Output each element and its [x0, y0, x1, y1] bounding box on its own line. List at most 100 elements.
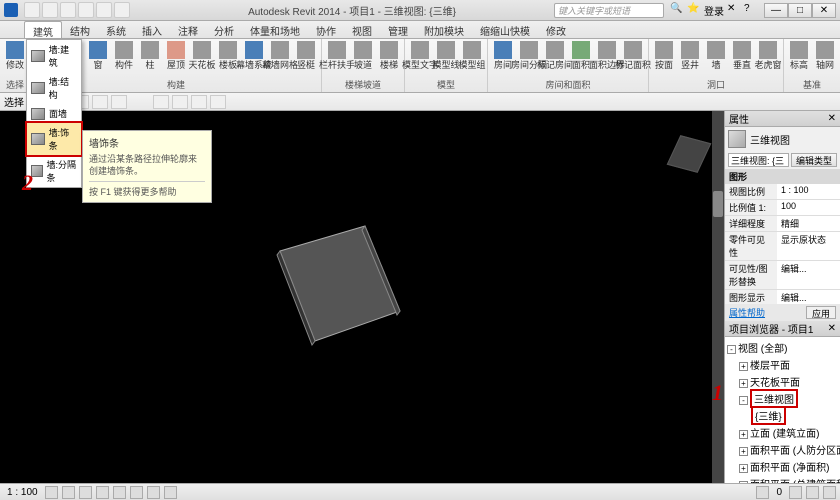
help-icon[interactable]: ?	[744, 3, 758, 17]
ribbon-btn-垂直[interactable]: 垂直	[730, 40, 754, 70]
tree-node[interactable]: +面积平面 (总建筑面积)	[727, 475, 838, 483]
scroll-thumb[interactable]	[713, 191, 723, 217]
ribbon-btn-竖梃[interactable]: 竖梃	[294, 40, 318, 70]
wall-menu-item-4[interactable]: 墙:分隔条	[27, 155, 81, 187]
prop-row[interactable]: 图形显示选项编辑...	[725, 290, 840, 304]
tab-12[interactable]: 修改	[538, 21, 574, 38]
tab-2[interactable]: 系统	[98, 21, 134, 38]
tree-node[interactable]: {三维}	[727, 407, 838, 424]
ribbon-btn-标记面积[interactable]: 标记面积	[621, 40, 645, 70]
ribbon-btn-修改[interactable]: 修改	[3, 40, 27, 70]
qat-undo-icon[interactable]	[60, 2, 76, 18]
ribbon-btn-幕墙网格[interactable]: 幕墙网格	[268, 40, 292, 70]
browser-close-icon[interactable]: ✕	[828, 323, 836, 334]
sb-icon-7[interactable]	[147, 486, 160, 499]
wall-menu-item-1[interactable]: 墙:结构	[27, 72, 81, 104]
qat-open-icon[interactable]	[24, 2, 40, 18]
ribbon-btn-窗[interactable]: 窗	[86, 40, 110, 70]
ribbon-btn-老虎窗[interactable]: 老虎窗	[756, 40, 780, 70]
tree-toggle-icon[interactable]: +	[739, 447, 748, 456]
prop-value[interactable]: 精细	[777, 216, 840, 231]
tree-toggle-icon[interactable]: +	[739, 430, 748, 439]
ribbon-btn-栏杆扶手[interactable]: 栏杆扶手	[325, 40, 349, 70]
ribbon-btn-轴网[interactable]: 轴网	[813, 40, 837, 70]
view-cube[interactable]	[666, 131, 712, 177]
ribbon-btn-模型文字[interactable]: 模型文字	[408, 40, 432, 70]
type-selector[interactable]: 三维视图: {三维}	[728, 153, 789, 167]
opt-icon-4[interactable]	[92, 95, 108, 109]
tab-6[interactable]: 体量和场地	[242, 21, 308, 38]
sb-filter-icon[interactable]	[756, 486, 769, 499]
ribbon-btn-模型线[interactable]: 模型线	[434, 40, 458, 70]
ribbon-btn-标高[interactable]: 标高	[787, 40, 811, 70]
sb-icon-1[interactable]	[45, 486, 58, 499]
tab-0[interactable]: 建筑	[24, 21, 62, 38]
ribbon-btn-天花板[interactable]: 天花板	[190, 40, 214, 70]
ribbon-btn-按面[interactable]: 按面	[652, 40, 676, 70]
wall-menu-item-3[interactable]: 墙:饰条	[25, 121, 83, 157]
status-scale[interactable]: 1 : 100	[4, 487, 41, 498]
ribbon-btn-楼梯[interactable]: 楼梯	[377, 40, 401, 70]
wall-menu-item-0[interactable]: 墙:建筑	[27, 40, 81, 72]
prop-value[interactable]: 编辑...	[777, 290, 840, 304]
properties-header[interactable]: 属性 ✕	[725, 111, 840, 127]
ribbon-btn-标记房间[interactable]: 标记房间	[543, 40, 567, 70]
tree-node[interactable]: +立面 (建筑立面)	[727, 424, 838, 441]
opt-icon-5[interactable]	[111, 95, 127, 109]
opt-style-3[interactable]	[191, 95, 207, 109]
properties-close-icon[interactable]: ✕	[828, 113, 836, 124]
close-button[interactable]: ✕	[812, 3, 836, 18]
tab-7[interactable]: 协作	[308, 21, 344, 38]
tab-5[interactable]: 分析	[206, 21, 242, 38]
opt-style-1[interactable]	[153, 95, 169, 109]
qat-save-icon[interactable]	[42, 2, 58, 18]
tree-node[interactable]: +面积平面 (人防分区面积)	[727, 441, 838, 458]
sb-right-3[interactable]	[823, 486, 836, 499]
sb-icon-2[interactable]	[62, 486, 75, 499]
ribbon-btn-屋顶[interactable]: 屋顶	[164, 40, 188, 70]
tree-node[interactable]: +楼层平面	[727, 356, 838, 373]
tree-node[interactable]: -视图 (全部)	[727, 339, 838, 356]
prop-row[interactable]: 视图比例1 : 100	[725, 184, 840, 200]
tree-toggle-icon[interactable]: +	[739, 481, 748, 483]
tab-1[interactable]: 结构	[62, 21, 98, 38]
tab-8[interactable]: 视图	[344, 21, 380, 38]
tree-node[interactable]: +面积平面 (净面积)	[727, 458, 838, 475]
tree-node[interactable]: +天花板平面	[727, 373, 838, 390]
tab-4[interactable]: 注释	[170, 21, 206, 38]
sb-icon-5[interactable]	[113, 486, 126, 499]
tab-10[interactable]: 附加模块	[416, 21, 472, 38]
browser-header[interactable]: 项目浏览器 - 项目1 ✕	[725, 321, 840, 337]
tree-toggle-icon[interactable]: -	[739, 396, 748, 405]
sb-icon-3[interactable]	[79, 486, 92, 499]
qat-print-icon[interactable]	[96, 2, 112, 18]
tab-9[interactable]: 管理	[380, 21, 416, 38]
nav-wheel-icon[interactable]	[694, 201, 714, 221]
login-link[interactable]: 登录	[704, 3, 724, 18]
qat-more-icon[interactable]	[114, 2, 130, 18]
app-logo-icon[interactable]	[4, 3, 18, 17]
wall-3d-geometry[interactable]	[270, 221, 410, 351]
sb-icon-8[interactable]	[164, 486, 177, 499]
tab-11[interactable]: 缩缩山快模	[472, 21, 538, 38]
maximize-button[interactable]: □	[788, 3, 812, 18]
prop-row[interactable]: 详细程度精细	[725, 216, 840, 232]
viewport-scrollbar[interactable]	[712, 111, 724, 483]
tree-toggle-icon[interactable]: +	[739, 379, 748, 388]
sb-right-2[interactable]	[806, 486, 819, 499]
sb-icon-4[interactable]	[96, 486, 109, 499]
qat-redo-icon[interactable]	[78, 2, 94, 18]
help-search-input[interactable]: 键入关键字或短语	[554, 3, 664, 18]
ribbon-btn-坡道[interactable]: 坡道	[351, 40, 375, 70]
sb-right-1[interactable]	[789, 486, 802, 499]
tree-toggle-icon[interactable]: +	[739, 362, 748, 371]
tab-3[interactable]: 插入	[134, 21, 170, 38]
ribbon-btn-柱[interactable]: 柱	[138, 40, 162, 70]
prop-category[interactable]: 图形	[725, 169, 840, 184]
prop-value[interactable]: 显示原状态	[777, 232, 840, 260]
prop-value[interactable]: 1 : 100	[777, 184, 840, 199]
edit-type-button[interactable]: 编辑类型	[791, 153, 837, 167]
prop-row[interactable]: 可见性/图形替换编辑...	[725, 261, 840, 290]
search-icon[interactable]: 🔍	[670, 3, 684, 17]
exchange-icon[interactable]: ✕	[727, 3, 741, 17]
